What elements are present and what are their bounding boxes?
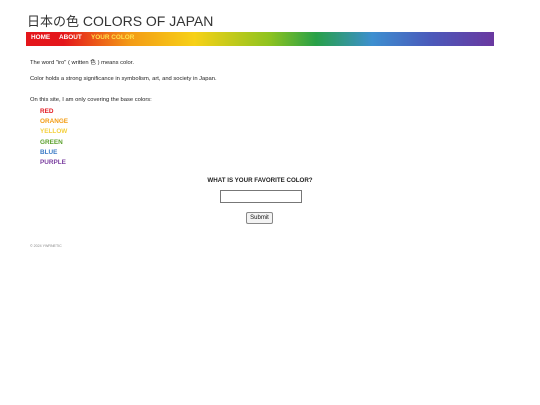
site-title: 日本の色 COLORS OF JAPAN (27, 11, 213, 30)
color-list: RED ORANGE YELLOW GREEN BLUE PURPLE (40, 107, 68, 168)
color-item-green: GREEN (40, 138, 63, 146)
site-title-jp: 日本の色 (27, 15, 80, 30)
favorite-color-input[interactable] (220, 190, 302, 203)
nav-your-color-link[interactable]: YOUR COLOR (91, 34, 134, 41)
color-item-red: RED (40, 108, 54, 115)
color-item-purple: PURPLE (40, 159, 66, 167)
submit-button[interactable]: Submit (246, 212, 273, 224)
color-item-orange: ORANGE (40, 118, 69, 126)
intro-paragraph-2: Color holds a strong significance in sym… (30, 76, 217, 82)
nav-home-link[interactable]: HOME (31, 34, 50, 41)
footer-copyright: © 2024 YWRNETIC (30, 244, 62, 248)
nav-bar: HOME ABOUT YOUR COLOR (26, 32, 494, 46)
site-title-en: COLORS OF JAPAN (82, 13, 214, 29)
nav-about-link[interactable]: ABOUT (59, 34, 82, 41)
intro-paragraph-3: On this site, I am only covering the bas… (30, 97, 152, 103)
favorite-color-question: WHAT IS YOUR FAVORITE COLOR? (207, 177, 313, 184)
color-item-blue: BLUE (40, 148, 58, 156)
intro-paragraph-1: The word "iro" ( written 色 ) means color… (30, 60, 134, 66)
color-item-yellow: YELLOW (40, 128, 68, 136)
